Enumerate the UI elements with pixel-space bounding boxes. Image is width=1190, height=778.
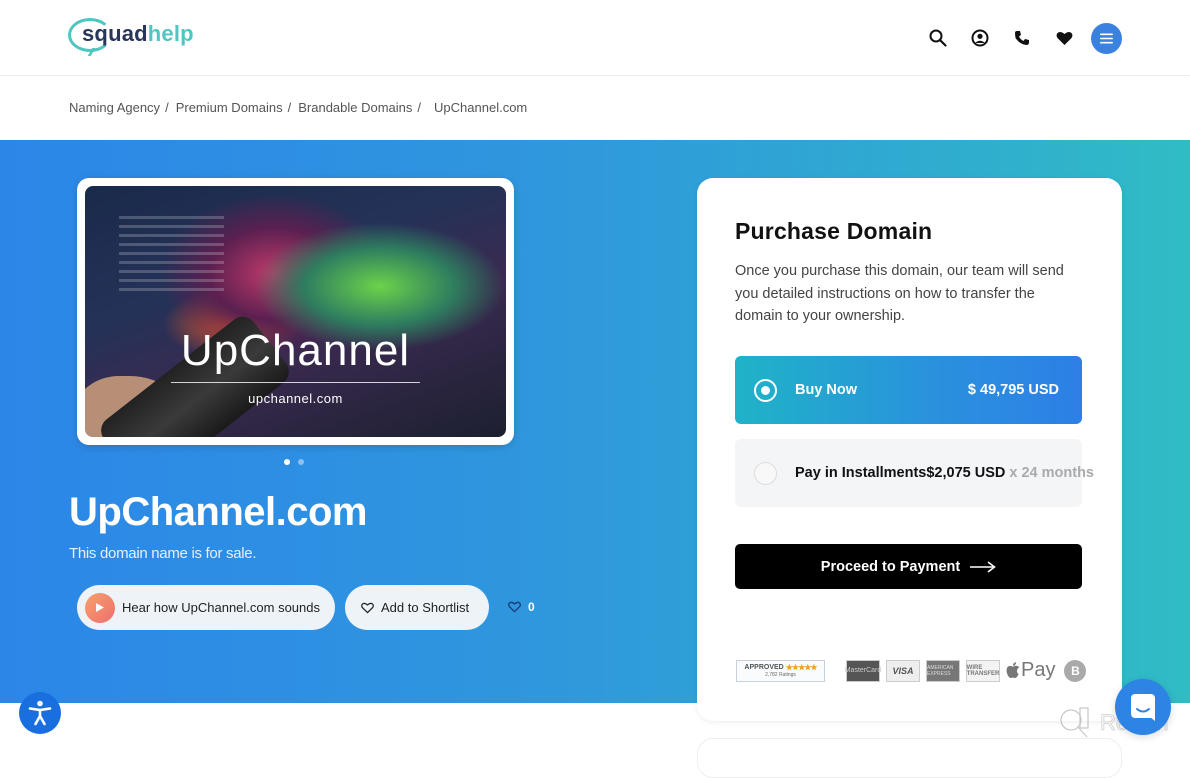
purchase-domain-card: Purchase Domain Once you purchase this d… bbox=[697, 178, 1122, 721]
breadcrumb-current: UpChannel.com bbox=[434, 100, 528, 115]
domain-for-sale-text: This domain name is for sale. bbox=[69, 545, 257, 562]
breadcrumb: Naming Agency / Premium Domains / Branda… bbox=[69, 100, 527, 115]
carousel-dot-2[interactable] bbox=[298, 459, 304, 465]
accessibility-button[interactable] bbox=[19, 692, 61, 734]
phone-button[interactable] bbox=[1001, 22, 1043, 54]
image-brand-title: UpChannel bbox=[180, 326, 411, 375]
header-nav bbox=[917, 22, 1122, 54]
breadcrumb-separator: / bbox=[417, 100, 422, 115]
shortlist-count-value: 0 bbox=[528, 600, 535, 614]
breadcrumb-premium-domains[interactable]: Premium Domains bbox=[176, 100, 283, 115]
hear-pronunciation-button[interactable]: Hear how UpChannel.com sounds bbox=[77, 585, 335, 630]
tv-screen-text bbox=[118, 216, 224, 292]
payment-methods: APPROVED ★★★★★ 2,782 Ratings MasterCard V… bbox=[736, 659, 1087, 682]
installments-price: $2,075 USD bbox=[926, 465, 1006, 481]
proceed-to-payment-button[interactable]: Proceed to Payment bbox=[735, 544, 1082, 589]
installments-term: x 24 months bbox=[1005, 465, 1094, 481]
add-to-shortlist-label: Add to Shortlist bbox=[381, 600, 470, 615]
buy-now-option[interactable]: Buy Now $ 49,795 USD bbox=[735, 356, 1082, 424]
hear-pronunciation-label: Hear how UpChannel.com sounds bbox=[122, 600, 320, 615]
visa-icon: VISA bbox=[886, 659, 920, 682]
installments-label: Pay in Installments bbox=[795, 465, 927, 481]
mastercard-icon: MasterCard bbox=[845, 659, 881, 682]
amex-icon: AMERICAN EXPRESS bbox=[926, 659, 960, 682]
user-icon bbox=[971, 29, 989, 47]
play-icon bbox=[85, 592, 115, 623]
shopper-approved-badge: APPROVED ★★★★★ 2,782 Ratings bbox=[736, 659, 825, 682]
logo-text-squad: squad bbox=[82, 21, 148, 46]
menu-icon bbox=[1100, 33, 1113, 43]
heart-outline-icon bbox=[508, 601, 521, 613]
bitcoin-icon: B bbox=[1064, 659, 1087, 682]
site-header: squadhelp bbox=[0, 0, 1190, 76]
image-brand-subtitle: upchannel.com bbox=[248, 391, 343, 406]
apple-pay-icon: Pay bbox=[1006, 659, 1055, 682]
apple-pay-label: Pay bbox=[1021, 659, 1056, 681]
add-to-shortlist-button[interactable]: Add to Shortlist bbox=[345, 585, 489, 630]
heart-outline-icon bbox=[361, 602, 374, 613]
menu-button[interactable] bbox=[1091, 22, 1122, 54]
domain-name-heading: UpChannel.com bbox=[69, 490, 367, 534]
heart-icon bbox=[1056, 31, 1072, 45]
logo-text: squadhelp bbox=[82, 21, 194, 47]
phone-icon bbox=[1015, 31, 1029, 45]
secondary-card bbox=[697, 738, 1122, 778]
domain-image-carousel[interactable]: UpChannel upchannel.com bbox=[77, 178, 514, 445]
ratings-count: 2,782 Ratings bbox=[765, 672, 796, 678]
domain-logo-image: UpChannel upchannel.com bbox=[85, 186, 506, 437]
squadhelp-logo[interactable]: squadhelp bbox=[68, 16, 194, 58]
buy-now-price: $ 49,795 USD bbox=[967, 382, 1059, 398]
accessibility-icon bbox=[28, 700, 52, 726]
breadcrumb-naming-agency[interactable]: Naming Agency bbox=[69, 100, 160, 115]
carousel-dots bbox=[284, 459, 304, 465]
buy-now-radio[interactable] bbox=[754, 378, 777, 402]
rating-stars: ★★★★★ bbox=[785, 663, 818, 672]
account-button[interactable] bbox=[959, 22, 1001, 54]
installments-radio[interactable] bbox=[754, 461, 777, 485]
search-icon bbox=[929, 29, 947, 47]
installments-text: Pay in Installments$2,075 USD x 24 month… bbox=[795, 465, 1094, 481]
arrow-right-icon bbox=[970, 560, 997, 573]
purchase-domain-title: Purchase Domain bbox=[735, 218, 933, 244]
search-button[interactable] bbox=[917, 22, 959, 54]
shortlist-count: 0 bbox=[508, 600, 535, 614]
installments-option[interactable]: Pay in Installments$2,075 USD x 24 month… bbox=[735, 439, 1094, 507]
favorites-button[interactable] bbox=[1043, 22, 1085, 54]
breadcrumb-separator: / bbox=[165, 100, 169, 115]
carousel-dot-1[interactable] bbox=[284, 459, 290, 465]
shopper-approved-label: APPROVED bbox=[744, 664, 784, 671]
chat-button[interactable] bbox=[1115, 679, 1171, 735]
proceed-to-payment-label: Proceed to Payment bbox=[820, 558, 961, 575]
revain-logo-icon bbox=[1060, 707, 1089, 738]
buy-now-label: Buy Now bbox=[795, 382, 858, 398]
image-divider bbox=[171, 382, 420, 383]
breadcrumb-brandable-domains[interactable]: Brandable Domains bbox=[298, 100, 412, 115]
purchase-domain-description: Once you purchase this domain, our team … bbox=[735, 263, 1064, 324]
breadcrumb-separator: / bbox=[287, 100, 292, 115]
chat-icon bbox=[1131, 694, 1155, 721]
logo-text-help: help bbox=[147, 21, 194, 46]
wire-transfer-icon: WIRE TRANSFER bbox=[966, 659, 1000, 682]
